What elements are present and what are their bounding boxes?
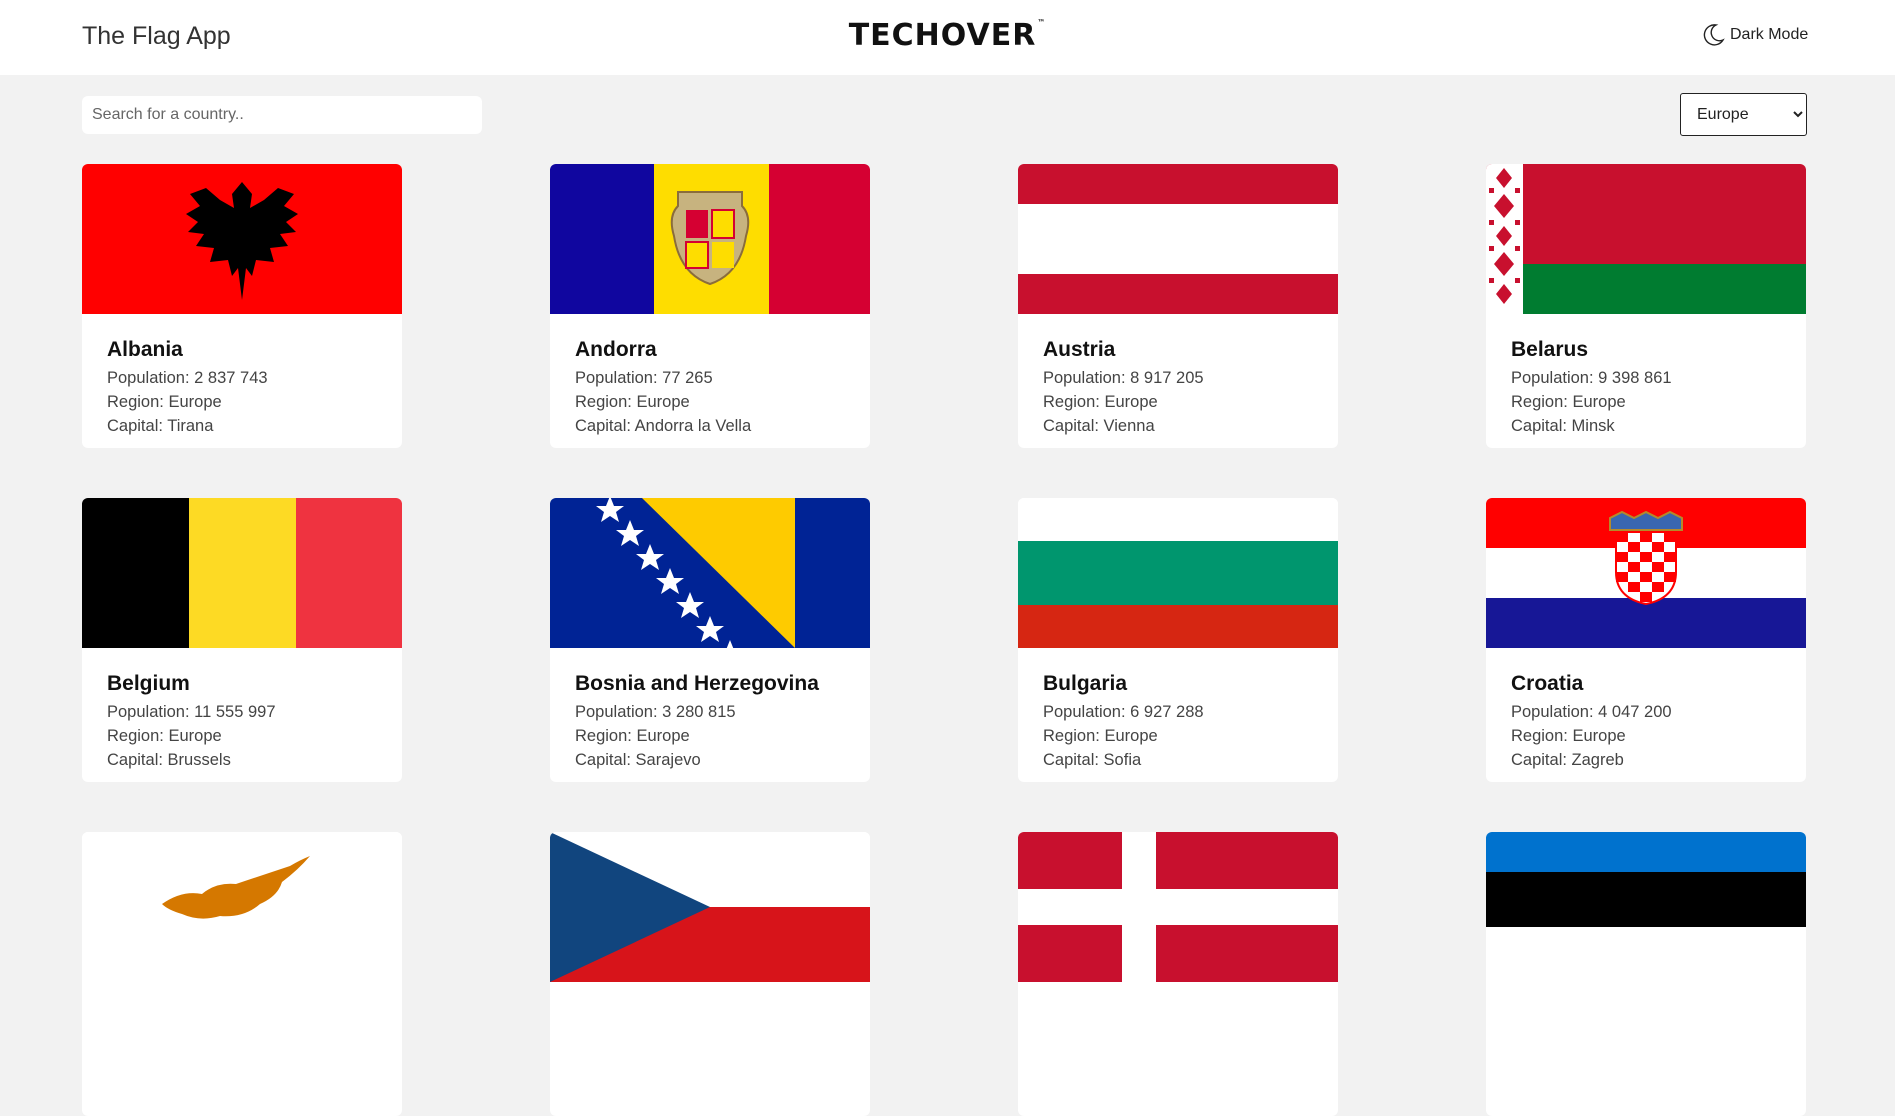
capital-value: Andorra la Vella	[634, 417, 752, 435]
region-filter-select[interactable]: Europe	[1680, 93, 1807, 136]
population-value: 2 837 743	[194, 369, 268, 387]
region-label: Region:	[1511, 393, 1568, 411]
region-label: Region:	[1511, 727, 1568, 745]
region-value: Europe	[1104, 393, 1158, 411]
austria-flag	[1018, 164, 1338, 314]
capital-value: Tirana	[167, 417, 214, 435]
population-value: 6 927 288	[1130, 703, 1204, 721]
population-value: 4 047 200	[1598, 703, 1672, 721]
region-value: Europe	[1572, 393, 1626, 411]
country-card[interactable]: Croatia Population: 4 047 200 Region: Eu…	[1486, 498, 1806, 782]
population-value: 11 555 997	[194, 703, 276, 721]
country-name: Belarus	[1511, 338, 1589, 361]
capital-value: Zagreb	[1571, 751, 1624, 769]
region-value: Europe	[168, 393, 222, 411]
country-card[interactable]: Andorra Population: 77 265 Region: Europ…	[550, 164, 870, 448]
region-label: Region:	[1043, 727, 1100, 745]
population-label: Population:	[575, 703, 658, 721]
croatia-flag	[1486, 498, 1806, 648]
capital-label: Capital:	[1511, 751, 1567, 769]
country-name: Croatia	[1511, 672, 1584, 695]
capital-label: Capital:	[1043, 751, 1099, 769]
country-card[interactable]: Bosnia and Herzegovina Population: 3 280…	[550, 498, 870, 782]
capital-value: Vienna	[1103, 417, 1155, 435]
capital-label: Capital:	[575, 417, 631, 435]
capital-value: Brussels	[167, 751, 231, 769]
country-card[interactable]	[550, 832, 870, 1116]
region-label: Region:	[107, 393, 164, 411]
population-label: Population:	[1511, 369, 1594, 387]
population-value: 77 265	[662, 369, 713, 387]
brand-logo: TECHOVER™	[0, 18, 1895, 53]
region-value: Europe	[1572, 727, 1626, 745]
region-label: Region:	[575, 393, 632, 411]
czechia-flag	[550, 832, 870, 982]
bulgaria-flag	[1018, 498, 1338, 648]
region-value: Europe	[636, 393, 690, 411]
population-value: 8 917 205	[1130, 369, 1204, 387]
region-value: Europe	[636, 727, 690, 745]
bosnia-flag	[550, 498, 870, 648]
belarus-flag	[1486, 164, 1806, 314]
population-label: Population:	[1511, 703, 1594, 721]
country-card[interactable]: Bulgaria Population: 6 927 288 Region: E…	[1018, 498, 1338, 782]
denmark-flag	[1018, 832, 1338, 982]
population-label: Population:	[1043, 703, 1126, 721]
dark-mode-toggle[interactable]: Dark Mode	[1700, 20, 1808, 50]
trademark-mark: ™	[1037, 18, 1047, 27]
population-label: Population:	[107, 703, 190, 721]
country-card[interactable]: Belgium Population: 11 555 997 Region: E…	[82, 498, 402, 782]
capital-value: Minsk	[1571, 417, 1615, 435]
population-value: 9 398 861	[1598, 369, 1672, 387]
capital-value: Sarajevo	[635, 751, 701, 769]
moon-icon	[1700, 22, 1726, 48]
region-value: Europe	[168, 727, 222, 745]
country-name: Albania	[107, 338, 183, 361]
cyprus-flag	[82, 832, 402, 982]
population-value: 3 280 815	[662, 703, 736, 721]
population-label: Population:	[107, 369, 190, 387]
capital-label: Capital:	[575, 751, 631, 769]
capital-label: Capital:	[1043, 417, 1099, 435]
country-card[interactable]: Austria Population: 8 917 205 Region: Eu…	[1018, 164, 1338, 448]
region-label: Region:	[1043, 393, 1100, 411]
country-name: Austria	[1043, 338, 1116, 361]
capital-label: Capital:	[1511, 417, 1567, 435]
capital-label: Capital:	[107, 751, 163, 769]
andorra-flag	[550, 164, 870, 314]
capital-label: Capital:	[107, 417, 163, 435]
country-card[interactable]	[1486, 832, 1806, 1116]
belgium-flag	[82, 498, 402, 648]
country-name: Bulgaria	[1043, 672, 1128, 695]
country-name: Andorra	[575, 338, 657, 361]
search-input[interactable]	[82, 96, 482, 134]
country-name: Belgium	[107, 672, 190, 695]
country-card[interactable]	[82, 832, 402, 1116]
country-card[interactable]	[1018, 832, 1338, 1116]
population-label: Population:	[575, 369, 658, 387]
population-label: Population:	[1043, 369, 1126, 387]
region-label: Region:	[107, 727, 164, 745]
header: The Flag App TECHOVER™ Dark Mode	[0, 0, 1895, 75]
brand-logo-text: TECHOVER	[848, 18, 1037, 53]
albania-flag	[82, 164, 402, 314]
capital-value: Sofia	[1103, 751, 1142, 769]
country-name: Bosnia and Herzegovina	[575, 672, 819, 695]
country-card[interactable]: Albania Population: 2 837 743 Region: Eu…	[82, 164, 402, 448]
region-value: Europe	[1104, 727, 1158, 745]
dark-mode-label: Dark Mode	[1730, 26, 1809, 43]
country-card[interactable]: Belarus Population: 9 398 861 Region: Eu…	[1486, 164, 1806, 448]
region-label: Region:	[575, 727, 632, 745]
estonia-flag	[1486, 832, 1806, 982]
